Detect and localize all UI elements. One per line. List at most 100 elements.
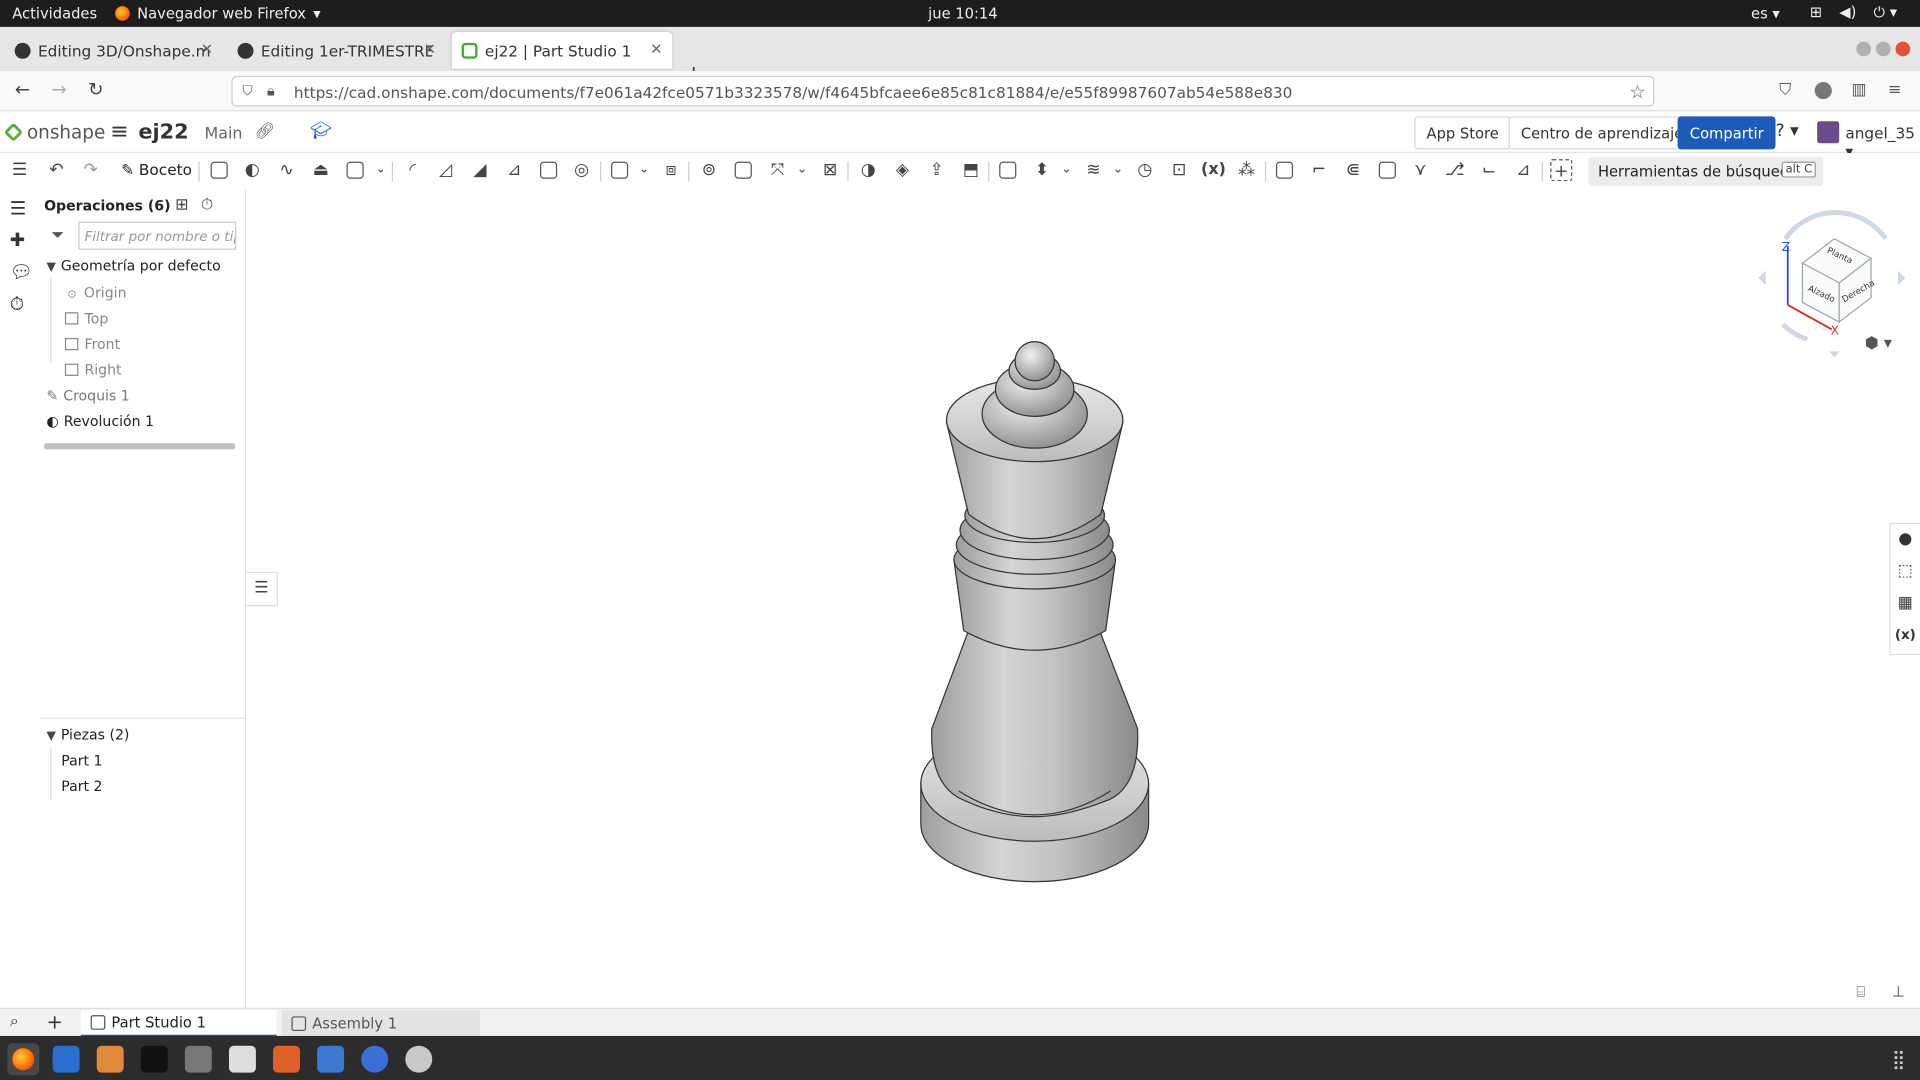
part-1[interactable]: Part 1 [61,752,102,769]
document-name[interactable]: ej22 [138,120,188,144]
filter-icon[interactable]: ⏷ [51,227,64,245]
feature-sketch-1[interactable]: ✎ Croquis 1 [47,387,130,404]
bookmark-star-icon[interactable]: ☆ [1629,81,1645,103]
view-options-icon[interactable]: ⬢ ▾ [1865,334,1892,352]
pattern-icon[interactable] [611,161,629,179]
unfold-icon[interactable]: ⊿ [1512,159,1534,181]
help-icon[interactable]: ? ▾ [1776,121,1799,141]
dock-media-icon[interactable] [228,1045,256,1073]
draft-icon[interactable]: ◢ [469,159,491,181]
share-button[interactable]: Compartir [1677,116,1776,150]
close-window-button[interactable] [1895,41,1911,57]
fillet-icon[interactable]: ◜ [402,159,424,181]
dock-settings-icon[interactable] [405,1045,433,1073]
close-icon[interactable]: ✕ [201,40,213,57]
feature-right-plane[interactable]: Right [64,361,122,378]
delete-part-icon[interactable]: ⊠ [819,159,841,181]
default-geometry-group[interactable]: ▼ Geometría por defecto [47,257,221,274]
move-face-icon[interactable]: ⇪ [926,159,948,181]
reload-icon[interactable]: ↻ [88,78,103,100]
tab-assembly-1[interactable]: Assembly 1 [281,1010,481,1038]
extrude-icon[interactable] [210,161,228,179]
chess-queen-model[interactable] [246,190,1889,1008]
bend-icon[interactable]: ⋎ [1409,159,1431,181]
menu-icon[interactable]: ≡ [1888,81,1901,99]
browser-tab-1[interactable]: Editing 3D/Onshape.md a✕ [5,32,223,69]
feature-filter-input[interactable]: Filtrar por nombre o tip [78,221,237,250]
library-icon[interactable]: ▥ [1851,81,1866,99]
learning-center-button[interactable]: Centro de aprendizaje [1508,116,1696,150]
insert-tab-button[interactable]: + [47,1010,63,1033]
app-menu[interactable]: Navegador web Firefox ▾ [115,5,321,22]
feature-list-icon[interactable]: ☰ [10,197,26,219]
chevron-down-icon[interactable]: ⌄ [633,159,655,181]
add-icon[interactable]: ✚ [10,229,25,251]
shell-icon[interactable] [540,161,558,179]
system-tray[interactable]: ⊞ ◀) ⏻ ▾ [1810,4,1897,22]
chamfer-icon[interactable]: ◿ [435,159,457,181]
flange-icon[interactable]: ⌐ [1308,159,1330,181]
dock-inkscape-icon[interactable] [140,1045,168,1073]
add-folder-icon[interactable]: ⊞ [175,196,188,214]
app-store-button[interactable]: App Store [1414,116,1512,150]
replace-face-icon[interactable]: ⬒ [960,159,982,181]
plane-icon[interactable] [999,161,1017,179]
feature-list-icon[interactable]: ☰ [9,159,31,181]
search-tabs-icon[interactable]: ⌕ [10,1013,19,1031]
parts-group[interactable]: ▼ Piezas (2) [47,726,130,743]
feature-top-plane[interactable]: Top [64,310,108,327]
bill-of-materials-icon[interactable]: ⬚ [1891,556,1920,588]
hole-icon[interactable]: ◎ [571,159,593,181]
browser-tab-3[interactable]: ej22 | Part Studio 1 ✕ [451,31,673,69]
tool-search-input[interactable]: Herramientas de búsqueda... alt C [1588,156,1824,187]
loft-icon[interactable]: ⏏ [310,159,332,181]
measure-icon[interactable]: ◷ [1134,159,1156,181]
dock-files-icon[interactable] [96,1045,124,1073]
helix-icon[interactable]: ≋ [1082,159,1104,181]
dock-thunderbird-icon[interactable] [317,1045,345,1073]
link-icon[interactable]: 🔗︎ [255,122,275,140]
feature-revolve-1[interactable]: ◐ Revolución 1 [47,413,154,430]
clock[interactable]: jue 10:14 [928,5,997,22]
sheet-metal-icon[interactable] [1275,161,1294,179]
onshape-logo[interactable]: onshape [3,121,105,143]
split-icon[interactable] [734,161,752,179]
dock-help-icon[interactable] [361,1045,389,1073]
dock-firefox[interactable] [7,1043,40,1076]
mirror-icon[interactable]: ⧈ [660,159,682,181]
revolve-icon[interactable]: ◐ [241,159,263,181]
modify-fillet-icon[interactable]: ◑ [857,159,879,181]
back-icon[interactable]: ← [15,78,30,100]
minimize-button[interactable] [1856,41,1872,57]
avatar[interactable] [1817,121,1840,144]
mate-connector-icon[interactable]: ⬍ [1031,159,1053,181]
sweep-icon[interactable]: ∿ [276,159,298,181]
rib-icon[interactable]: ⊿ [503,159,525,181]
browser-tab-2[interactable]: Editing 1er-TRIMESTRE/3 ✕ [228,32,446,69]
chevron-down-icon[interactable]: ⌄ [370,159,392,181]
variable-icon[interactable]: (x) [1200,159,1227,181]
undo-icon[interactable]: ↶ [45,159,67,181]
display-mode-icon[interactable]: ⌸ [1856,983,1865,1001]
rollback-timer-icon[interactable]: ⏱ [201,196,213,214]
url-bar[interactable]: ⛉ 🔒︎ https://cad.onshape.com/documents/f… [231,75,1655,107]
section-view-icon[interactable]: ⊥ [1892,983,1905,1000]
history-icon[interactable]: ⏱ [10,293,24,315]
transform-icon[interactable]: ⤧ [767,159,789,181]
sketch-button[interactable]: ✎ Boceto [121,160,192,178]
chevron-down-icon[interactable]: ⌄ [791,159,813,181]
close-icon[interactable]: ✕ [650,40,662,57]
extension-icon[interactable] [1814,82,1832,100]
corner-icon[interactable]: ⌙ [1478,159,1500,181]
redo-icon[interactable]: ↷ [80,159,102,181]
custom-table-icon[interactable]: ▦ [1891,588,1920,620]
comment-icon[interactable]: 💬︎ [10,261,33,283]
maximize-button[interactable] [1875,41,1891,57]
language-indicator[interactable]: es ▾ [1751,5,1780,22]
graphics-viewport[interactable] [246,189,1890,1008]
boolean-icon[interactable]: ⊚ [698,159,720,181]
part-2[interactable]: Part 2 [61,778,102,795]
hamburger-menu-icon[interactable]: ≡ [110,119,128,145]
section-icon[interactable]: ⊡ [1168,159,1190,181]
dock-drive-icon[interactable] [184,1045,212,1073]
